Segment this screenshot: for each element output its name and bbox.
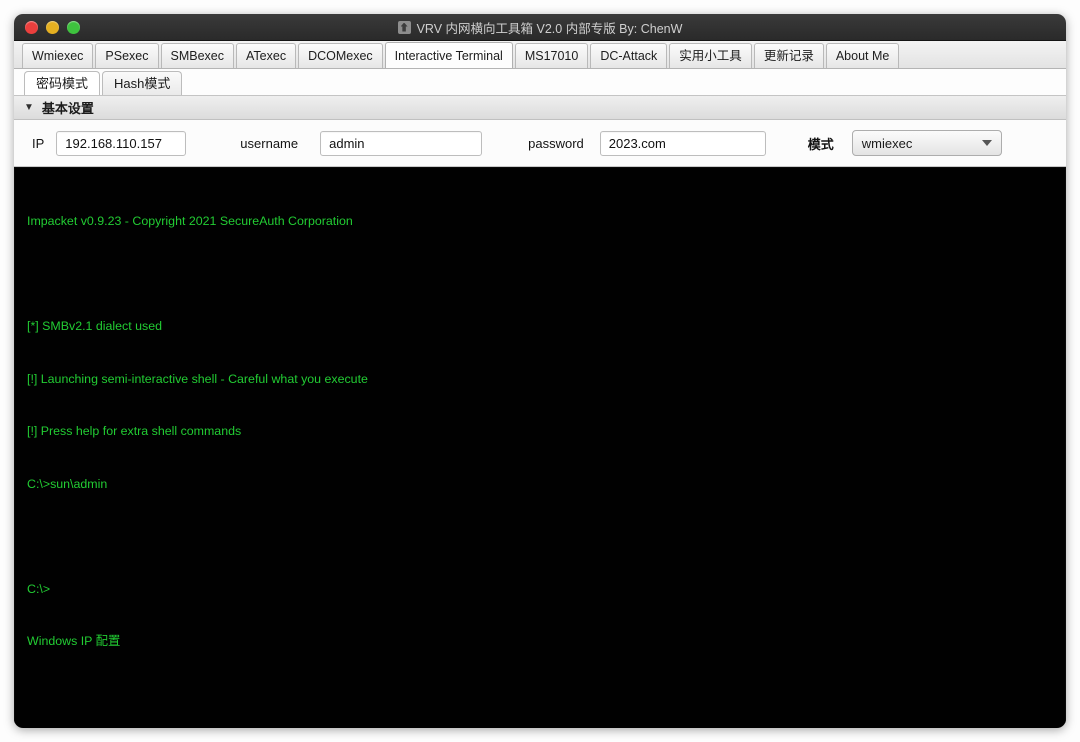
mode-select-value: wmiexec xyxy=(861,135,913,151)
terminal-output[interactable]: Impacket v0.9.23 - Copyright 2021 Secure… xyxy=(14,167,1066,728)
main-tabbar: Wmiexec PSexec SMBexec ATexec DCOMexec I… xyxy=(14,41,1066,69)
terminal-line: Windows IP 配置 xyxy=(27,634,121,648)
basic-settings-header[interactable]: ▼ 基本设置 xyxy=(14,96,1066,120)
terminal-line: [!] Press help for extra shell commands xyxy=(27,424,242,438)
password-input[interactable] xyxy=(599,130,766,156)
ip-input[interactable] xyxy=(56,130,187,156)
window-body: 密码模式 Hash模式 ▼ 基本设置 IP username password … xyxy=(14,69,1066,728)
screenshot-root: VRV 内网横向工具箱 V2.0 内部专版 By: ChenW Wmiexec … xyxy=(0,0,1080,742)
window-controls xyxy=(25,20,80,34)
terminal-line: [!] Launching semi-interactive shell - C… xyxy=(27,371,368,386)
subtab-hash-mode[interactable]: Hash模式 xyxy=(102,71,183,95)
window-title: VRV 内网横向工具箱 V2.0 内部专版 By: ChenW xyxy=(416,21,683,36)
maximize-button[interactable] xyxy=(67,20,80,34)
minimize-button[interactable] xyxy=(46,20,59,34)
chevron-down-icon xyxy=(981,140,992,146)
window-titlebar: VRV 内网横向工具箱 V2.0 内部专版 By: ChenW xyxy=(14,14,1066,41)
password-label: password xyxy=(528,135,584,151)
ip-label: IP xyxy=(32,135,45,151)
tab-changelog[interactable]: 更新记录 xyxy=(753,43,824,68)
tab-ms17010[interactable]: MS17010 xyxy=(514,43,589,68)
username-input[interactable] xyxy=(320,130,483,156)
basic-settings-title: 基本设置 xyxy=(41,101,94,116)
tab-psexec[interactable]: PSexec xyxy=(95,43,159,68)
tab-atexec[interactable]: ATexec xyxy=(236,43,297,68)
tab-about-me[interactable]: About Me xyxy=(825,43,900,68)
terminal-line: Impacket v0.9.23 - Copyright 2021 Secure… xyxy=(27,214,353,228)
tab-smbexec[interactable]: SMBexec xyxy=(160,43,234,68)
tool-icon xyxy=(397,20,411,34)
mode-label: 模式 xyxy=(807,136,834,152)
tab-wmiexec[interactable]: Wmiexec xyxy=(22,43,94,68)
mode-subtabbar: 密码模式 Hash模式 xyxy=(14,69,1066,96)
tab-dc-attack[interactable]: DC-Attack xyxy=(590,43,668,68)
app-window: VRV 内网横向工具箱 V2.0 内部专版 By: ChenW Wmiexec … xyxy=(14,14,1066,728)
username-label: username xyxy=(240,135,299,151)
tab-interactive-terminal[interactable]: Interactive Terminal xyxy=(384,42,513,68)
tab-dcomexec[interactable]: DCOMexec xyxy=(298,43,383,68)
tab-tools[interactable]: 实用小工具 xyxy=(669,43,752,68)
chevron-down-icon: ▼ xyxy=(24,101,34,113)
close-button[interactable] xyxy=(25,20,38,34)
terminal-line: C:\>sun\admin xyxy=(27,476,108,491)
mode-select[interactable]: wmiexec xyxy=(851,130,1002,156)
settings-row: IP username password 模式 wmiexec xyxy=(14,120,1066,167)
terminal-line: [*] SMBv2.1 dialect used xyxy=(27,319,162,333)
subtab-password-mode[interactable]: 密码模式 xyxy=(24,71,101,95)
window-title-group: VRV 内网横向工具箱 V2.0 内部专版 By: ChenW xyxy=(14,18,1066,37)
terminal-line: C:\> xyxy=(27,581,51,596)
